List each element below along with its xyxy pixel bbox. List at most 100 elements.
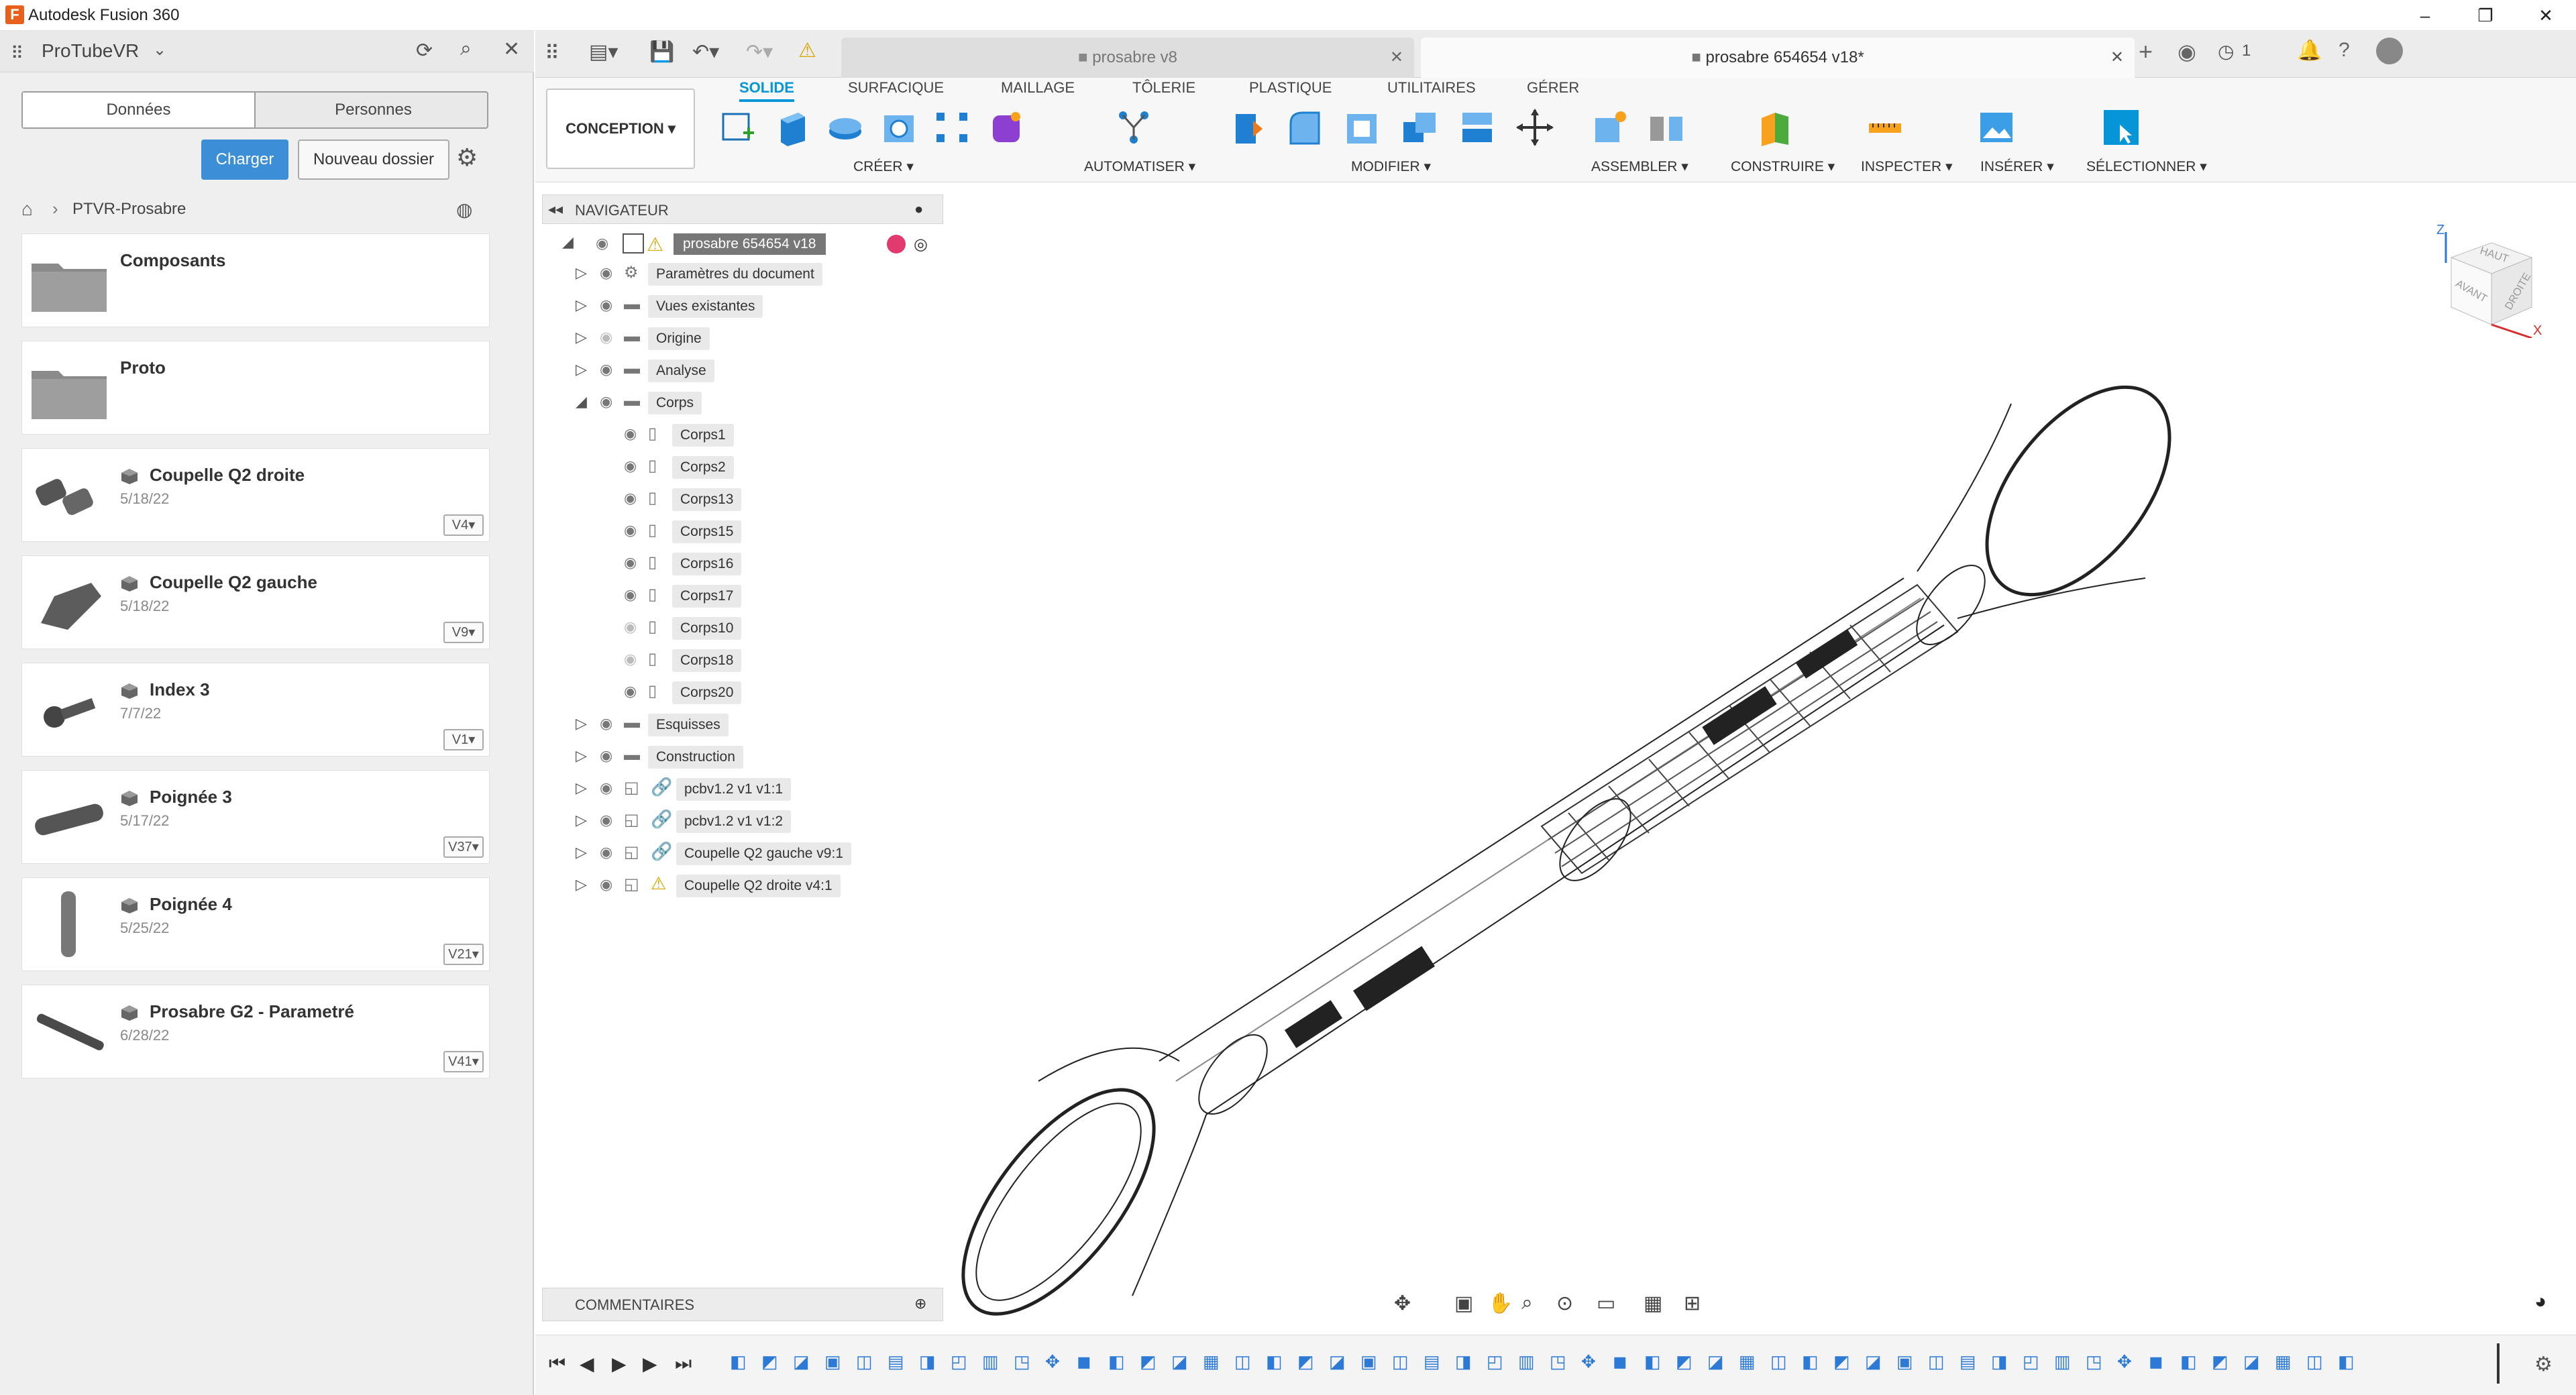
display-settings-icon[interactable]: ▭	[1597, 1292, 1615, 1315]
insert-image-icon[interactable]	[1976, 107, 2017, 148]
version-badge[interactable]: V9▾	[443, 622, 484, 643]
tab-donnees[interactable]: Données	[23, 93, 256, 127]
timeline-feature-icon[interactable]: ◨	[919, 1351, 936, 1372]
group-inserer[interactable]: INSÉRER ▾	[1980, 158, 2054, 175]
tab-tolerie[interactable]: TÔLERIE	[1132, 79, 1195, 97]
split-body-icon[interactable]	[1457, 107, 1497, 148]
group-assembler[interactable]: ASSEMBLER ▾	[1591, 158, 1688, 175]
timeline-feature-icon[interactable]: ◫	[856, 1351, 873, 1372]
group-modifier[interactable]: MODIFIER ▾	[1351, 158, 1431, 175]
viewports-icon[interactable]: ⊞	[1684, 1292, 1701, 1315]
project-name[interactable]: ProTubeVR	[42, 40, 139, 62]
new-tab-plus-icon[interactable]: +	[2139, 38, 2153, 66]
eye-icon[interactable]: ◉	[624, 522, 637, 539]
add-comment-icon[interactable]: ⊕	[914, 1295, 926, 1313]
timeline-feature-icon[interactable]: ▥	[982, 1351, 999, 1372]
avatar[interactable]	[2376, 38, 2403, 64]
timeline-feature-icon[interactable]: ◩	[1833, 1351, 1850, 1372]
timeline-feature-icon[interactable]: ◳	[2086, 1351, 2102, 1372]
globe-icon[interactable]: ◍	[456, 199, 472, 221]
timeline-feature-icon[interactable]: ◧	[2180, 1351, 2197, 1372]
version-badge[interactable]: V1▾	[443, 729, 484, 750]
pan-icon[interactable]: ✋	[1488, 1292, 1513, 1315]
body-node[interactable]: ◉ ▯ Corps1	[542, 420, 943, 449]
offset-plane-icon[interactable]	[1755, 107, 1795, 148]
tab-personnes[interactable]: Personnes	[257, 93, 490, 127]
fit-icon[interactable]: ⊙	[1556, 1292, 1573, 1315]
joint-icon[interactable]	[1646, 107, 1686, 148]
timeline-feature-icon[interactable]: ◫	[1770, 1351, 1787, 1372]
component-node[interactable]: ▷ ◉ ◱ 🔗 pcbv1.2 v1 v1:2	[542, 806, 943, 836]
viewcube[interactable]: Z X HAUT AVANT DROITE	[2431, 223, 2545, 338]
create-form-icon[interactable]	[986, 107, 1026, 148]
timeline-feature-icon[interactable]: ▣	[1360, 1351, 1377, 1372]
help-icon[interactable]: ?	[2339, 39, 2350, 62]
timeline-feature-icon[interactable]: ◧	[1108, 1351, 1125, 1372]
measure-icon[interactable]	[1865, 107, 1905, 148]
component-node[interactable]: ▷ ◉ ◱ 🔗 Coupelle Q2 gauche v9:1	[542, 838, 943, 868]
timeline-feature-icon[interactable]: ▦	[1739, 1351, 1756, 1372]
eye-icon[interactable]: ◉	[600, 844, 612, 861]
document-params-node[interactable]: ▷ ◉ ⚙ Paramètres du document	[542, 259, 943, 288]
timeline-feature-icon[interactable]: ◪	[1865, 1351, 1882, 1372]
design-card[interactable]: Poignée 4 5/25/22 V21▾	[21, 877, 490, 971]
hole-icon[interactable]	[879, 107, 919, 148]
close-tab-icon[interactable]: ✕	[1390, 38, 1403, 78]
timeline-feature-icon[interactable]: ▥	[1518, 1351, 1535, 1372]
extensions-icon[interactable]: ◉	[2178, 39, 2196, 64]
timeline-feature-icon[interactable]: ◨	[1991, 1351, 2008, 1372]
folder-card[interactable]: Proto	[21, 341, 490, 435]
eye-icon[interactable]: ◉	[600, 779, 612, 797]
eye-icon[interactable]: ◉	[600, 296, 612, 314]
timeline-feature-icon[interactable]: ◫	[1392, 1351, 1409, 1372]
grid-settings-icon[interactable]: ▦	[1644, 1292, 1662, 1315]
combine-icon[interactable]	[1399, 107, 1440, 148]
timeline-feature-icon[interactable]: ▣	[824, 1351, 841, 1372]
eye-icon[interactable]: ◉	[624, 683, 637, 700]
zoom-icon[interactable]: ⌕	[1521, 1292, 1533, 1315]
timeline-feature-icon[interactable]: ◧	[1644, 1351, 1661, 1372]
timeline-play-icon[interactable]: ▶	[612, 1353, 627, 1375]
extrude-icon[interactable]	[771, 107, 812, 148]
timeline-feature-icon[interactable]: ▦	[1203, 1351, 1220, 1372]
chevron-down-icon[interactable]: ⌄	[153, 40, 166, 60]
eye-icon[interactable]: ◉	[600, 747, 612, 765]
design-card[interactable]: Index 3 7/7/22 V1▾	[21, 663, 490, 757]
timeline-feature-icon[interactable]: ✥	[1581, 1351, 1596, 1372]
shell-icon[interactable]	[1342, 107, 1382, 148]
design-card[interactable]: Poignée 3 5/17/22 V37▾	[21, 770, 490, 864]
new-component-icon[interactable]	[1590, 107, 1630, 148]
version-badge[interactable]: V21▾	[443, 944, 484, 965]
body-node[interactable]: ◉ ▯ Corps13	[542, 484, 943, 514]
breadcrumb[interactable]: PTVR-Prosabre	[72, 200, 186, 219]
close-tab-icon[interactable]: ✕	[2110, 38, 2124, 78]
component-node[interactable]: ▷ ◉ ◱ 🔗 pcbv1.2 v1 v1:1	[542, 774, 943, 803]
timeline-feature-icon[interactable]: ◫	[1234, 1351, 1251, 1372]
timeline-feature-icon[interactable]: ◼	[1613, 1351, 1627, 1372]
collapse-browser-icon[interactable]: ◂◂	[548, 201, 563, 218]
eye-hidden-icon[interactable]: ◉	[624, 618, 637, 636]
expand-arrow-icon[interactable]: ▷	[576, 876, 587, 893]
timeline-settings-icon[interactable]: ⚙	[2534, 1353, 2553, 1376]
activate-icon[interactable]	[887, 235, 906, 254]
undo-icon[interactable]: ↶▾	[692, 40, 719, 64]
select-icon[interactable]	[2101, 107, 2141, 148]
automate-icon[interactable]	[1114, 107, 1154, 148]
body-node[interactable]: ◉ ▯ Corps10	[542, 613, 943, 643]
timeline-feature-icon[interactable]: ◪	[2243, 1351, 2260, 1372]
timeline-feature-icon[interactable]: ◧	[1266, 1351, 1283, 1372]
press-pull-icon[interactable]	[1226, 107, 1267, 148]
eye-icon[interactable]: ◉	[600, 715, 612, 732]
expand-arrow-icon[interactable]: ▷	[576, 844, 587, 861]
timeline-feature-icon[interactable]: ◪	[1707, 1351, 1724, 1372]
tab-utilitaires[interactable]: UTILITAIRES	[1387, 79, 1476, 97]
timeline-feature-icon[interactable]: ✥	[1045, 1351, 1060, 1372]
timeline-feature-icon[interactable]: ▤	[1424, 1351, 1440, 1372]
named-views-node[interactable]: ▷ ◉ ▬ Vues existantes	[542, 291, 943, 321]
eye-icon[interactable]: ◉	[600, 361, 612, 378]
group-construire[interactable]: CONSTRUIRE ▾	[1731, 158, 1835, 175]
timeline-feature-icon[interactable]: ◧	[2338, 1351, 2355, 1372]
tab-plastique[interactable]: PLASTIQUE	[1249, 79, 1332, 97]
timeline-feature-icon[interactable]: ◼	[2149, 1351, 2163, 1372]
eye-icon[interactable]: ◉	[624, 457, 637, 475]
